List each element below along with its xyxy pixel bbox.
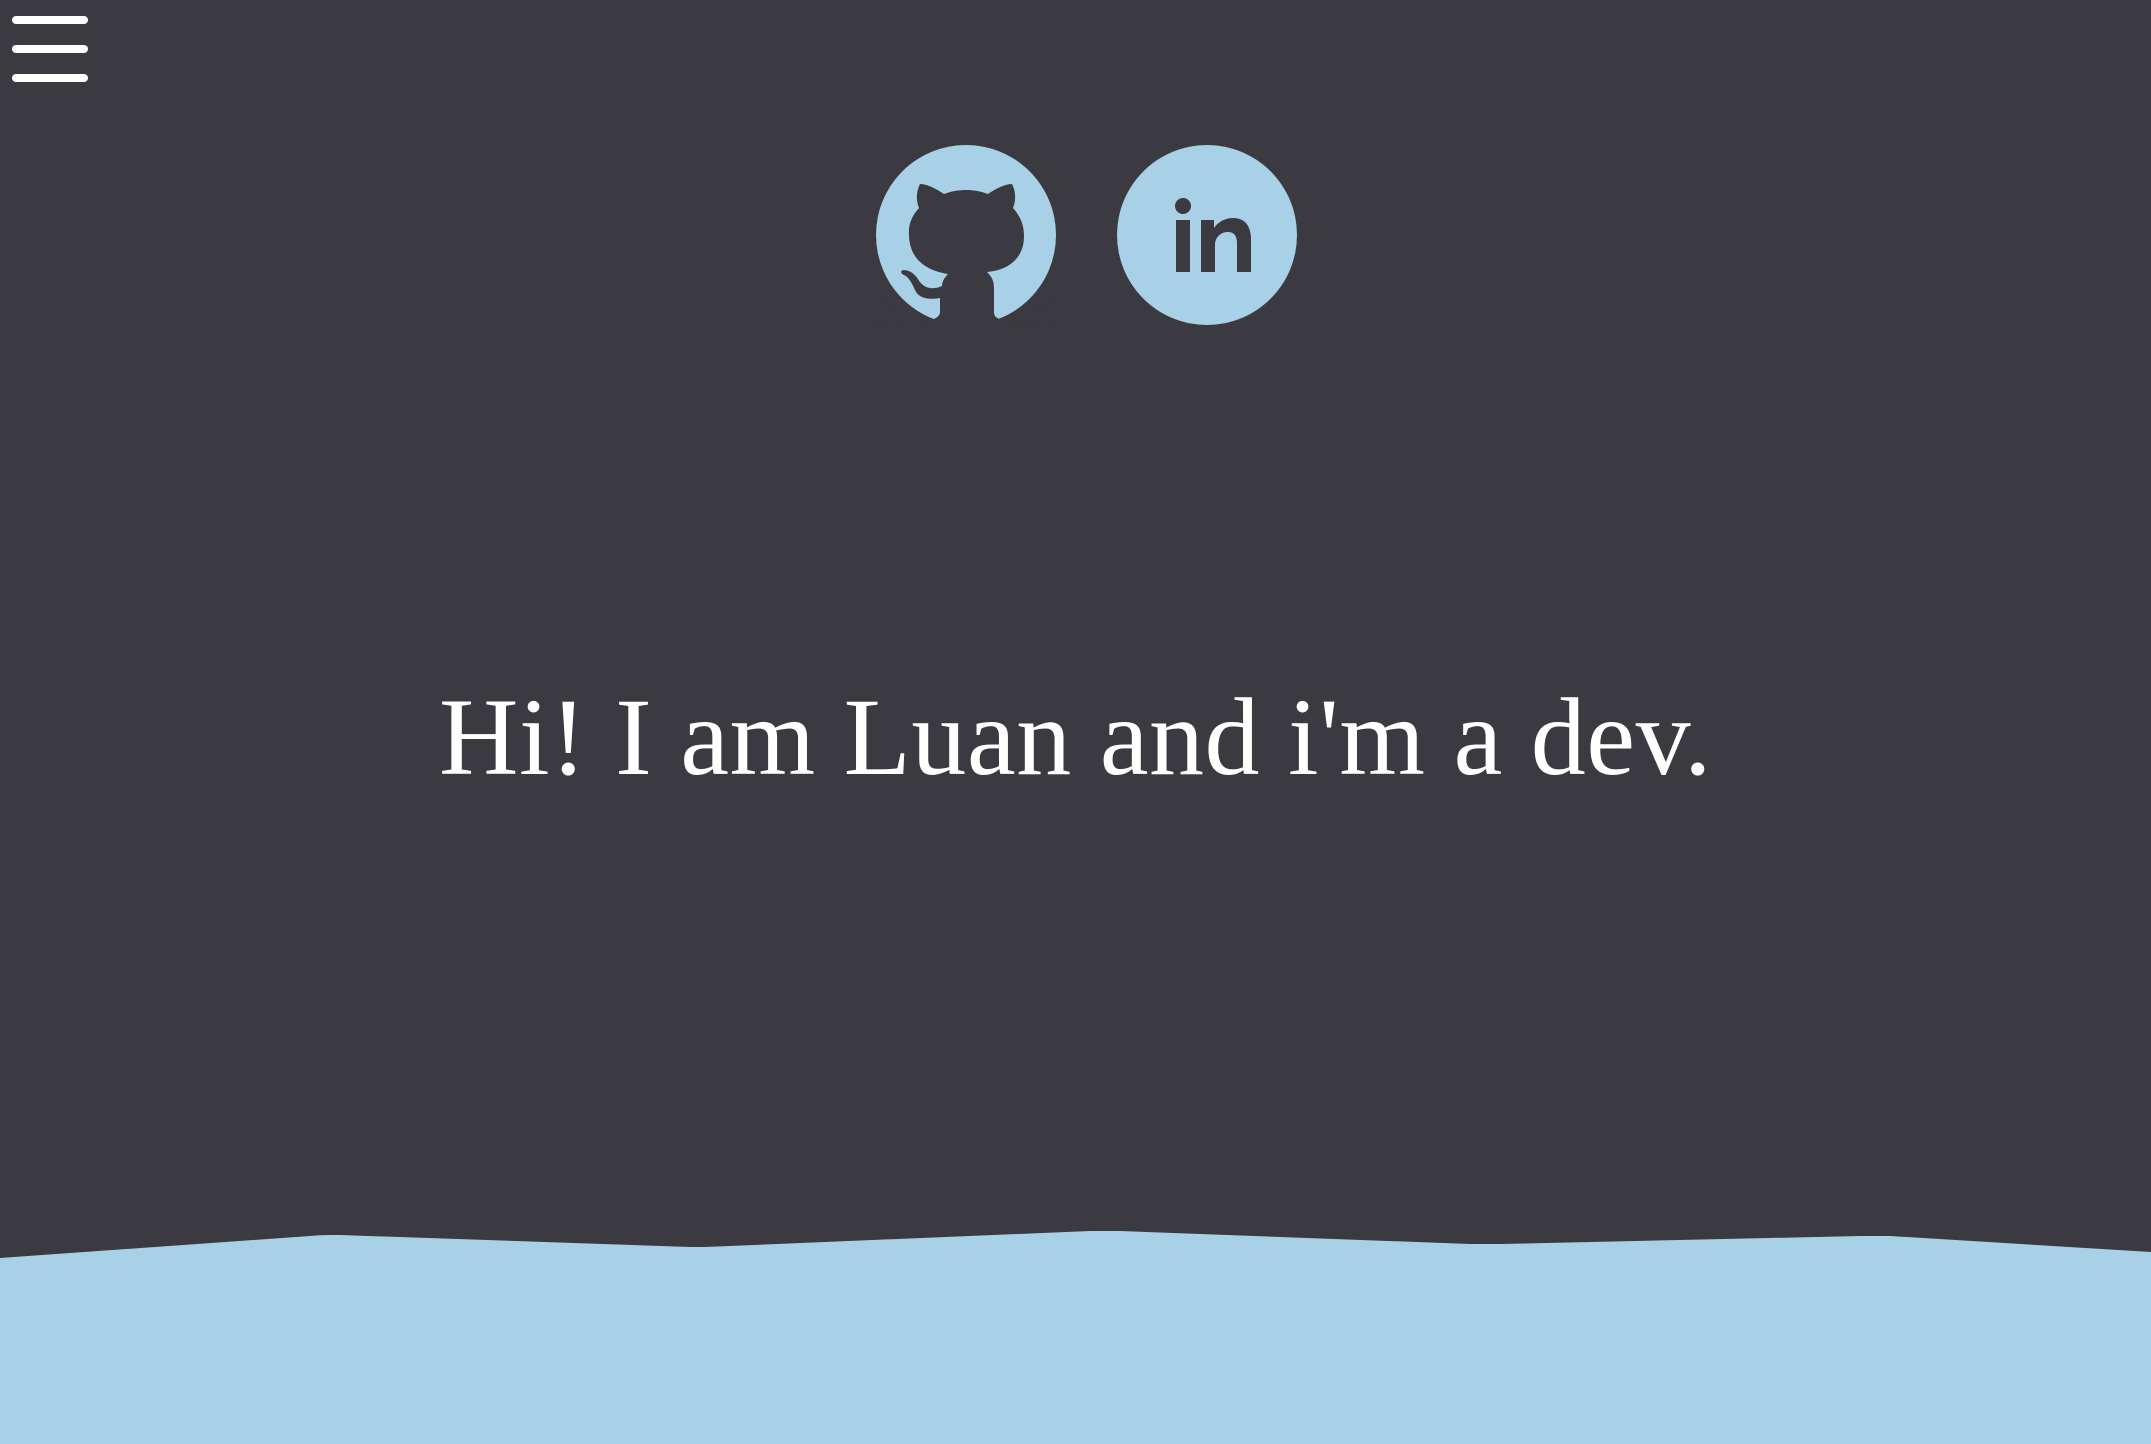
linkedin-icon (1117, 145, 1297, 325)
menu-button[interactable] (8, 12, 92, 86)
github-link[interactable] (876, 144, 1056, 326)
hamburger-menu-icon-bar (12, 45, 88, 53)
page: Hi! I am Luan and i'm a dev. (0, 0, 2151, 1444)
social-links (0, 144, 2151, 326)
linkedin-link[interactable] (1117, 144, 1297, 326)
wave-divider (0, 1231, 2151, 1444)
hero-title: Hi! I am Luan and i'm a dev. (439, 676, 1712, 798)
github-icon (876, 145, 1056, 326)
hamburger-menu-icon-bar (12, 74, 88, 82)
hamburger-menu-icon (12, 16, 88, 24)
